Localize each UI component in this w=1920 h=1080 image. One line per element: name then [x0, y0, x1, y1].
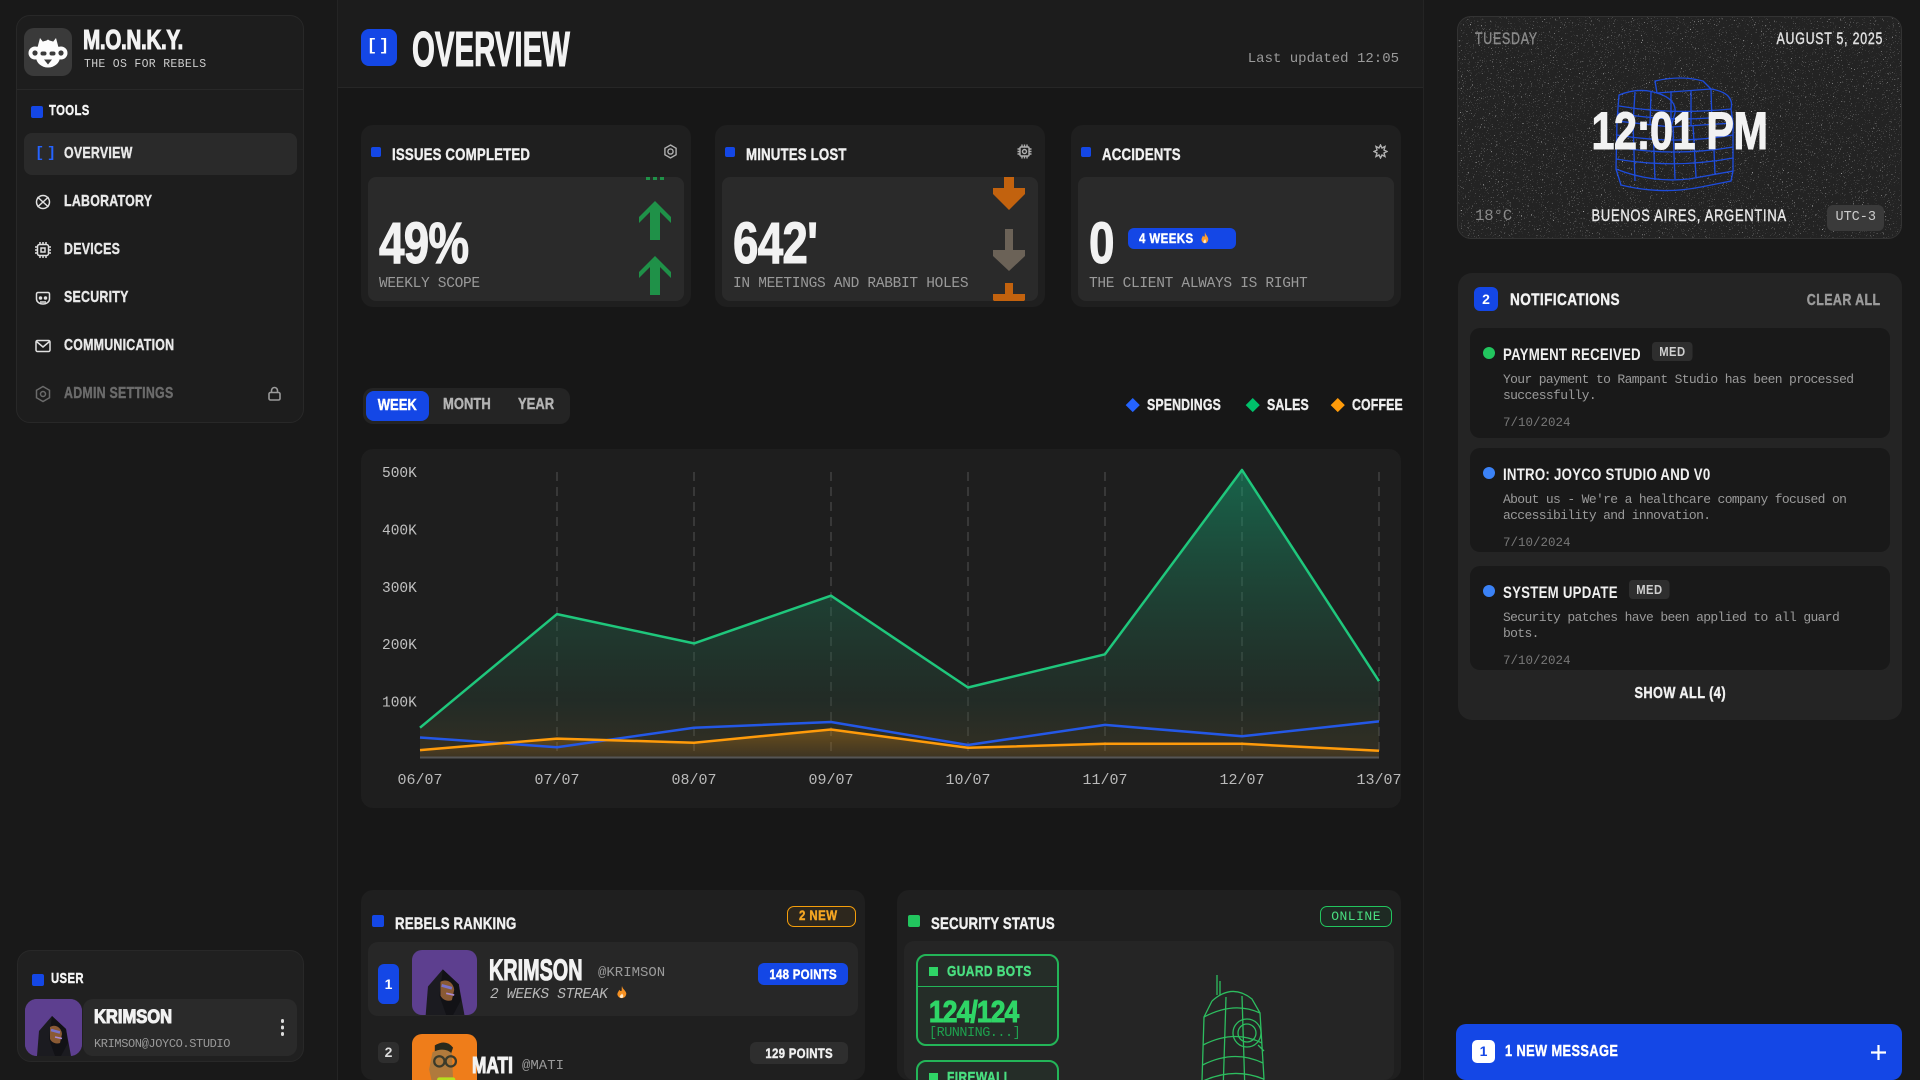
svg-text:200K: 200K: [382, 638, 417, 654]
svg-text:06/07: 06/07: [397, 772, 442, 789]
svg-text:10/07: 10/07: [945, 772, 990, 789]
svg-text:08/07: 08/07: [671, 772, 716, 789]
svg-text:400K: 400K: [382, 523, 417, 539]
svg-text:100K: 100K: [382, 696, 417, 712]
svg-text:500K: 500K: [382, 466, 417, 482]
svg-text:300K: 300K: [382, 581, 417, 597]
svg-text:07/07: 07/07: [534, 772, 579, 789]
svg-text:12/07: 12/07: [1219, 772, 1264, 789]
svg-text:13/07: 13/07: [1356, 772, 1401, 789]
svg-text:09/07: 09/07: [808, 772, 853, 789]
svg-text:11/07: 11/07: [1082, 772, 1127, 789]
